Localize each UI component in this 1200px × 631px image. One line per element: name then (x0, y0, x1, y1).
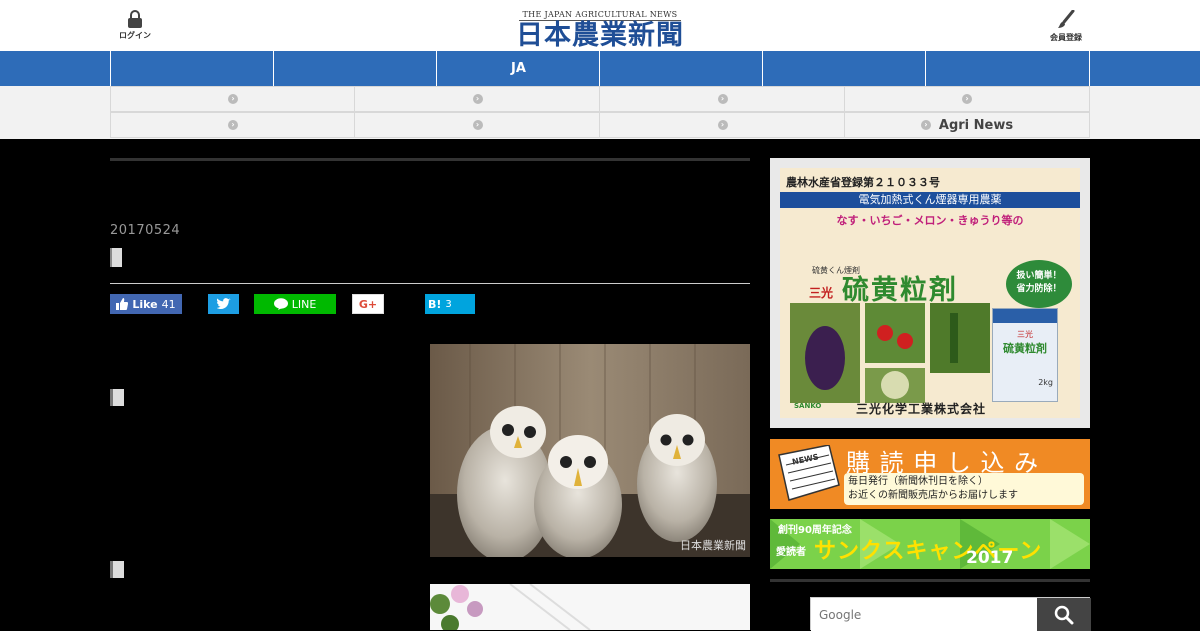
article-text-marker (110, 561, 124, 578)
search-button[interactable] (1037, 598, 1091, 631)
logo-japanese: 日本農業新聞 (516, 20, 684, 51)
subnav-item[interactable]: › (354, 86, 600, 112)
flowers-image (430, 584, 750, 630)
package-top-band (993, 309, 1057, 323)
ad-badge-line2: 省力防除！ (1016, 284, 1062, 294)
hatena-count: 3 (445, 298, 452, 310)
package-weight: 2kg (1038, 378, 1053, 387)
subnav-item[interactable]: › (599, 112, 845, 138)
campaign-readers: 愛読者 (776, 547, 806, 558)
ad-subtitle: 電気加熱式くん煙器専用農薬 (780, 192, 1080, 208)
facebook-like-button[interactable]: Like 41 (110, 294, 182, 314)
nav-item-6[interactable] (925, 51, 1090, 86)
sidebar-ad-sanko[interactable]: 農林水産省登録第２１０３３号 電気加熱式くん煙器専用農薬 なす・いちご・メロン・… (770, 158, 1090, 428)
line-share-label: LINE (291, 297, 317, 311)
nav-item-2[interactable] (273, 51, 437, 86)
chevron-right-icon: › (472, 94, 483, 104)
line-bubble-icon (273, 298, 288, 310)
google-plus-label: G+ (358, 297, 378, 311)
search-input[interactable] (811, 598, 1037, 631)
nav-item-4[interactable] (599, 51, 763, 86)
main-navigation: JA (0, 51, 1200, 86)
search-icon (1054, 605, 1074, 624)
subscribe-info: 毎日発行（新聞休刊日を除く） お近くの新聞販売店からお届けします (844, 473, 1084, 505)
twitter-share-button[interactable] (208, 294, 239, 314)
chevron-right-icon: › (962, 94, 972, 104)
article-text-marker (110, 389, 124, 406)
chevron-right-icon: › (228, 94, 238, 104)
chevron-right-icon: › (717, 120, 728, 130)
sidebar-ad-subscribe[interactable]: NEWS 購 読 申 し 込 み 毎日発行（新聞休刊日を除く） お近くの新聞販売… (770, 439, 1090, 509)
brush-icon (1058, 10, 1075, 28)
login-label: ログイン (119, 31, 151, 40)
ad-company: 三光化学工業株式会社 (856, 402, 987, 416)
subscribe-line2: お近くの新聞販売店からお届けします (848, 490, 1018, 501)
owlets-image (430, 344, 750, 557)
package-brand: 三光 (1017, 330, 1033, 339)
article-photo-owlets: 日本農業新聞 (430, 344, 750, 557)
thumbs-up-icon (116, 298, 129, 310)
chevron-right-icon: › (920, 120, 931, 130)
google-plus-share-button[interactable]: G+ (352, 294, 384, 314)
login-button[interactable]: ログイン (118, 10, 152, 41)
article-top-rule (110, 158, 750, 161)
article-photo-flowers (430, 584, 750, 630)
facebook-like-label: Like (132, 297, 158, 311)
sub-navigation: › › › › › › › › Agri News (0, 86, 1200, 139)
ad-product-name: 硫黄粒剤 (842, 275, 958, 306)
ad-maker-mark: SANKO (794, 402, 822, 410)
nav-item-1[interactable] (110, 51, 274, 86)
site-search (810, 597, 1091, 631)
ad-crops: なす・いちご・メロン・きゅうり等の (836, 214, 1024, 227)
article-date: 20170524 (110, 223, 181, 238)
nav-item-ja[interactable]: JA (436, 51, 600, 86)
nav-item-5[interactable] (762, 51, 926, 86)
article-title-marker (110, 248, 122, 267)
crop-photos (790, 303, 990, 403)
twitter-bird-icon (216, 298, 230, 309)
chevron-right-icon: › (472, 120, 483, 130)
ad-package: 三光 硫黄粒剤 2kg (992, 308, 1058, 402)
hatena-label: B! (428, 297, 442, 311)
sidebar-rule (770, 579, 1090, 582)
subnav-label: Agri News (938, 117, 1014, 133)
site-logo[interactable]: THE JAPAN AGRICULTURAL NEWS 日本農業新聞 (500, 2, 700, 51)
subnav-item[interactable]: › (110, 112, 355, 138)
ad-sanko-inner: 農林水産省登録第２１０３３号 電気加熱式くん煙器専用農薬 なす・いちご・メロン・… (780, 168, 1080, 418)
photo-watermark: 日本農業新聞 (680, 539, 746, 552)
campaign-year: 2017 (966, 548, 1014, 568)
chevron-right-icon: › (228, 120, 238, 130)
chevron-right-icon: › (717, 94, 728, 104)
sidebar-ad-campaign[interactable]: 創刊90周年記念 愛読者 サンクスキャンペーン 2017 (770, 519, 1090, 569)
subnav-item[interactable]: › (599, 86, 845, 112)
subnav-item[interactable]: › (110, 86, 355, 112)
register-label: 会員登録 (1050, 33, 1082, 42)
ad-badge-line1: 扱い簡単！ (1016, 271, 1062, 281)
ad-badge: 扱い簡単！ 省力防除！ (1006, 260, 1072, 308)
hatena-bookmark-button[interactable]: B! 3 (425, 294, 475, 314)
lock-icon (128, 10, 142, 28)
package-product: 硫黄粒剤 (1003, 342, 1047, 355)
register-button[interactable]: 会員登録 (1046, 10, 1086, 43)
subnav-item[interactable]: › (354, 112, 600, 138)
subscribe-line1: 毎日発行（新聞休刊日を除く） (848, 476, 988, 487)
line-share-button[interactable]: LINE (254, 294, 336, 314)
site-header: ログイン THE JAPAN AGRICULTURAL NEWS 日本農業新聞 … (0, 0, 1200, 51)
article-divider (110, 283, 750, 284)
facebook-like-count: 41 (161, 297, 176, 311)
subnav-item-agri-news[interactable]: › Agri News (844, 112, 1090, 138)
ad-reg-number: 農林水産省登録第２１０３３号 (786, 176, 940, 189)
subnav-item[interactable]: › (844, 86, 1090, 112)
